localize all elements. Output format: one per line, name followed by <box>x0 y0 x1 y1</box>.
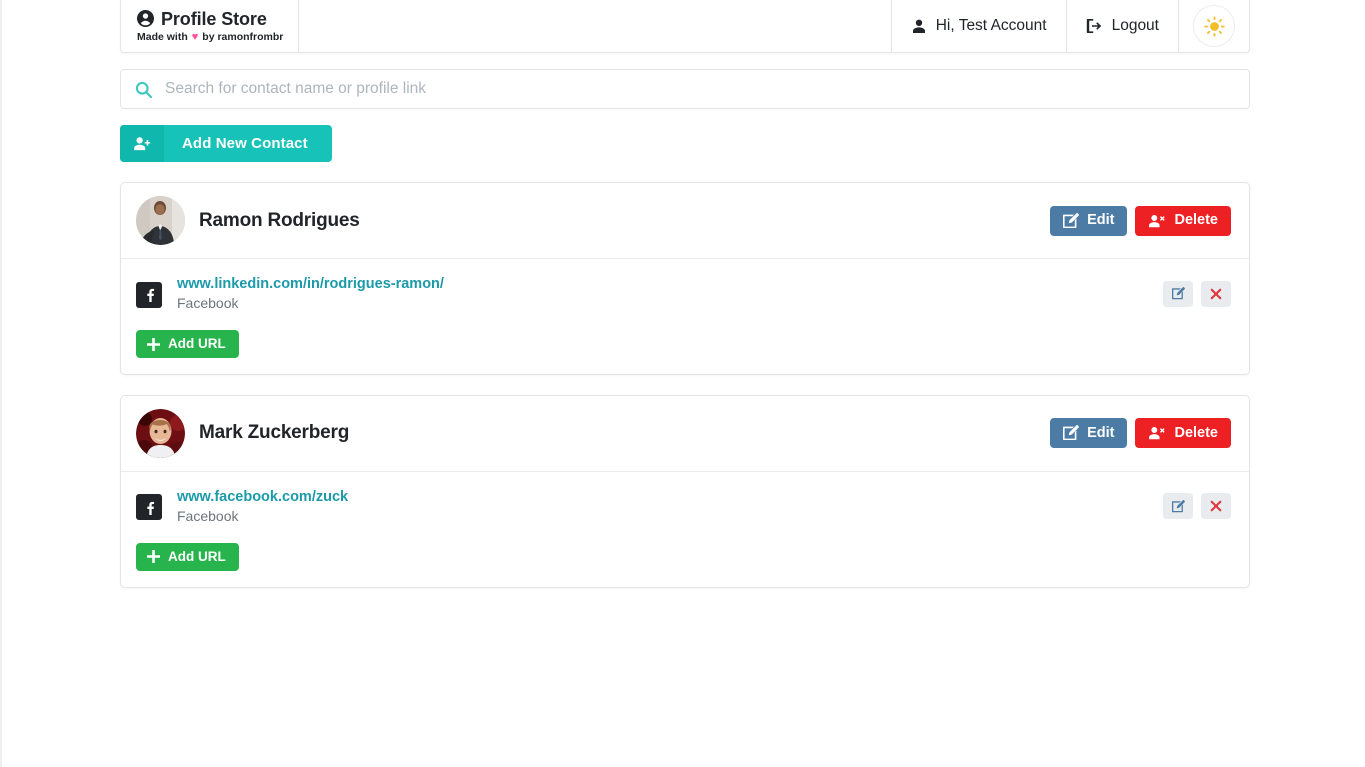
remove-url-button[interactable] <box>1201 280 1231 307</box>
delete-contact-label: Delete <box>1174 425 1218 442</box>
search-bar[interactable] <box>120 69 1250 109</box>
brand-subtitle: Made with ♥ by ramonfrombr <box>137 30 284 43</box>
search-icon <box>135 81 152 98</box>
user-times-icon <box>1148 425 1166 441</box>
logout-label: Logout <box>1111 17 1159 34</box>
add-new-contact-button[interactable]: Add New Contact <box>120 125 332 162</box>
navbar: Profile Store Made with ♥ by ramonfrombr… <box>120 0 1250 53</box>
theme-toggle-button[interactable] <box>1179 0 1249 52</box>
contact-card-actions: Edit Delete <box>1050 205 1231 236</box>
brand-author-text: by ramonfrombr <box>202 30 284 43</box>
contact-card-header: Mark Zuckerberg Edit Delete <box>121 396 1249 472</box>
edit-contact-button[interactable]: Edit <box>1050 205 1128 236</box>
times-icon <box>1210 500 1222 512</box>
url-actions <box>1163 280 1231 307</box>
add-url-button[interactable]: Add URL <box>136 543 239 571</box>
delete-contact-button[interactable]: Delete <box>1135 205 1231 236</box>
pencil-square-icon <box>1171 287 1185 300</box>
url-text-block: www.linkedin.com/in/rodrigues-ramon/ Fac… <box>177 275 444 312</box>
edit-contact-label: Edit <box>1087 425 1115 442</box>
pencil-square-icon <box>1171 499 1185 513</box>
account-greeting[interactable]: Hi, Test Account <box>892 0 1067 52</box>
url-row: www.linkedin.com/in/rodrigues-ramon/ Fac… <box>136 271 1231 318</box>
facebook-icon <box>136 281 162 308</box>
plus-icon <box>147 550 160 564</box>
navbar-spacer <box>299 0 892 52</box>
search-input[interactable] <box>163 79 1235 99</box>
edit-url-button[interactable] <box>1163 493 1193 520</box>
add-url-button[interactable]: Add URL <box>136 330 239 358</box>
url-text-block: www.facebook.com/zuck Facebook <box>177 488 348 525</box>
url-row: www.facebook.com/zuck Facebook <box>136 484 1231 531</box>
brand-made-with-text: Made with <box>137 30 188 43</box>
user-times-icon <box>1148 213 1166 229</box>
brand[interactable]: Profile Store Made with ♥ by ramonfrombr <box>121 0 299 52</box>
avatar <box>136 408 185 458</box>
avatar <box>136 196 185 245</box>
delete-contact-label: Delete <box>1174 212 1218 229</box>
add-new-contact-label: Add New Contact <box>182 135 308 152</box>
remove-url-button[interactable] <box>1201 493 1231 520</box>
contact-card-header: Ramon Rodrigues Edit Delete <box>121 183 1249 259</box>
delete-contact-button[interactable]: Delete <box>1135 418 1231 449</box>
logout-button[interactable]: Logout <box>1067 0 1179 52</box>
logout-icon <box>1086 18 1103 34</box>
heart-icon: ♥ <box>191 30 199 43</box>
url-link[interactable]: www.linkedin.com/in/rodrigues-ramon/ <box>177 275 444 293</box>
pencil-square-icon <box>1063 425 1079 441</box>
user-plus-icon <box>120 125 164 162</box>
edit-contact-button[interactable]: Edit <box>1050 418 1128 449</box>
url-type-label: Facebook <box>177 507 239 524</box>
url-actions <box>1163 493 1231 520</box>
contact-card-body: www.linkedin.com/in/rodrigues-ramon/ Fac… <box>121 259 1249 374</box>
facebook-icon <box>136 494 162 521</box>
user-icon <box>911 18 927 34</box>
times-icon <box>1210 288 1222 300</box>
contact-card: Ramon Rodrigues Edit Delete www.linkedin… <box>120 182 1250 375</box>
contact-card-actions: Edit Delete <box>1050 418 1231 449</box>
brand-title: Profile Store <box>161 8 267 29</box>
brand-title-row: Profile Store <box>137 10 284 28</box>
url-type-label: Facebook <box>177 295 239 312</box>
page-root: Profile Store Made with ♥ by ramonfrombr… <box>2 0 1365 767</box>
plus-icon <box>147 337 160 351</box>
contact-name: Mark Zuckerberg <box>199 422 350 444</box>
pencil-square-icon <box>1063 212 1079 229</box>
account-greeting-label: Hi, Test Account <box>935 17 1047 34</box>
add-url-label: Add URL <box>168 549 226 565</box>
content-container: Profile Store Made with ♥ by ramonfrombr… <box>120 0 1250 588</box>
sun-icon <box>1203 15 1225 37</box>
url-link[interactable]: www.facebook.com/zuck <box>177 488 348 506</box>
edit-url-button[interactable] <box>1163 280 1193 307</box>
add-url-label: Add URL <box>168 336 226 352</box>
contact-card: Mark Zuckerberg Edit Delete www.facebook… <box>120 394 1250 588</box>
edit-contact-label: Edit <box>1087 212 1115 229</box>
contact-card-body: www.facebook.com/zuck Facebook Add URL <box>121 472 1249 587</box>
theme-toggle-circle <box>1193 5 1235 47</box>
user-circle-icon <box>137 10 154 27</box>
contact-name: Ramon Rodrigues <box>199 209 360 231</box>
